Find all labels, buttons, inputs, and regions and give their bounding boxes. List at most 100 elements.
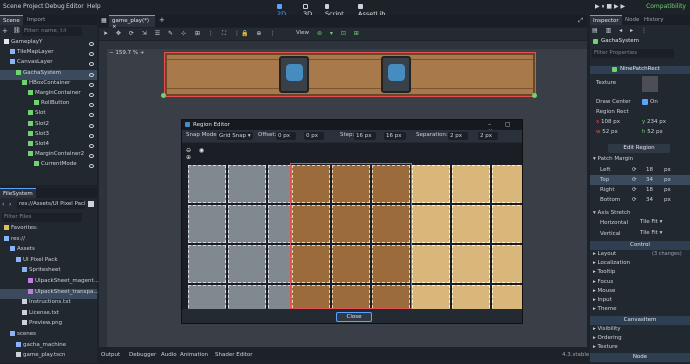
bottom-tab-output[interactable]: Output	[101, 352, 120, 358]
renderer-select[interactable]: Compatibility	[646, 3, 686, 10]
region-w-field[interactable]: w 52 px	[596, 129, 640, 137]
margin-value[interactable]: 18	[646, 167, 653, 173]
scene-tree-item[interactable]: CurrentMode	[0, 161, 97, 171]
property-filter-input[interactable]: Filter Properties	[592, 49, 674, 58]
texture-preview[interactable]	[642, 76, 658, 92]
bottom-tab-audio[interactable]: Audio	[161, 352, 177, 358]
add-node-button[interactable]: +	[2, 27, 12, 35]
atlas-tile[interactable]	[228, 245, 266, 283]
scene-tree-item[interactable]: GachaSystem	[0, 69, 97, 80]
file-tree-item[interactable]: Preview.png	[0, 320, 97, 330]
visibility-eye-icon[interactable]	[89, 103, 94, 108]
scene-tree-item[interactable]: HBoxContainer	[0, 79, 97, 90]
axis-stretch-group[interactable]: ▾ Axis Stretch	[593, 210, 631, 216]
visibility-eye-icon[interactable]	[89, 123, 94, 128]
vertical-select[interactable]: Tile Fit ▾	[640, 230, 686, 238]
atlas-tile[interactable]	[228, 165, 266, 203]
texture-atlas-view[interactable]: ⊖ ◉ ⊕	[182, 143, 522, 309]
step-y-field[interactable]: 16 px	[384, 132, 406, 140]
atlas-tile[interactable]	[412, 165, 450, 203]
visibility-eye-icon[interactable]	[89, 133, 94, 138]
lock-group-buttons[interactable]: 🔒 ⊕ ⋮	[241, 30, 278, 37]
scene-tree-item[interactable]: Slot2	[0, 120, 97, 131]
margin-row[interactable]: Right ⟳ 18 px	[590, 185, 690, 195]
region-h-field[interactable]: h 52 px	[642, 129, 686, 137]
bottom-tab-animation[interactable]: Animation	[180, 352, 208, 358]
atlas-tile[interactable]	[188, 285, 226, 309]
offset-x-field[interactable]: 0 px	[276, 132, 296, 140]
file-tree-item[interactable]: Instructions.txt	[0, 299, 97, 309]
scene-tree-item[interactable]: Slot3	[0, 130, 97, 141]
atlas-tile[interactable]	[492, 285, 522, 309]
margin-row[interactable]: Top ⟳ 34 px	[590, 175, 690, 185]
scene-tree-item[interactable]: RollButton	[0, 100, 97, 110]
region-x-field[interactable]: x 108 px	[596, 119, 640, 127]
atlas-tile[interactable]	[492, 165, 522, 203]
bottom-tab-debugger[interactable]: Debugger	[129, 352, 156, 358]
file-tree-item[interactable]: UIpackSheet_transpa...	[0, 288, 99, 299]
control-section[interactable]: Control	[590, 241, 690, 250]
atlas-tile[interactable]	[452, 285, 490, 309]
tabs-menu-icon[interactable]: ▦	[101, 17, 107, 24]
separation-x-field[interactable]: 2 px	[448, 132, 468, 140]
run-controls[interactable]: ▶ ⏸ ■ ▶ ▶	[595, 3, 625, 11]
visibility-eye-icon[interactable]	[89, 144, 94, 148]
add-tab-button[interactable]: +	[159, 16, 165, 24]
control-group[interactable]: ▸ Theme	[593, 306, 617, 316]
close-button[interactable]: Close	[336, 312, 372, 322]
file-tree-item[interactable]: gacha_machine	[0, 341, 97, 352]
atlas-tile[interactable]	[188, 205, 226, 243]
margin-value[interactable]: 34	[646, 177, 653, 183]
slot-preview-2[interactable]	[381, 56, 411, 93]
visibility-eye-icon[interactable]	[89, 113, 94, 118]
bottom-tab-shader-editor[interactable]: Shader Editor	[215, 352, 253, 358]
revert-icon[interactable]: ⟳	[632, 177, 637, 183]
scene-tree-item[interactable]: GameplayY	[0, 39, 97, 49]
atlas-tile[interactable]	[452, 205, 490, 243]
path-field[interactable]: res://Assets/UI Pixel Pack/S	[17, 200, 85, 209]
link-icon[interactable]: ⛓	[13, 27, 21, 35]
tab-filesystem[interactable]: FileSystem	[0, 188, 36, 198]
scene-filter-input[interactable]: Filter: name, t:t	[22, 27, 82, 36]
atlas-tile[interactable]	[228, 285, 266, 309]
atlas-tile[interactable]	[412, 205, 450, 243]
tab-inspector[interactable]: Inspector	[590, 15, 622, 25]
scene-tree-item[interactable]: TileMapLayer	[0, 49, 97, 59]
tab-node[interactable]: Node	[622, 15, 642, 25]
atlas-tile[interactable]	[492, 245, 522, 283]
atlas-tile[interactable]	[412, 285, 450, 309]
inspected-node[interactable]: GachaSystem	[592, 38, 688, 47]
scene-tree-item[interactable]: Slot4	[0, 141, 97, 151]
file-tree-item[interactable]: Favorites:	[0, 225, 97, 235]
atlas-tile[interactable]	[492, 205, 522, 243]
atlas-tile[interactable]	[228, 205, 266, 243]
scene-tree-item[interactable]: CanvasLayer	[0, 59, 97, 69]
atlas-tile[interactable]	[412, 245, 450, 283]
atlas-tile[interactable]	[188, 245, 226, 283]
separation-y-field[interactable]: 2 px	[478, 132, 498, 140]
region-y-field[interactable]: y 234 px	[642, 119, 686, 127]
tab-history[interactable]: History	[641, 15, 667, 25]
step-x-field[interactable]: 16 px	[354, 132, 376, 140]
file-tree-item[interactable]: scenes	[0, 331, 97, 341]
snap-buttons[interactable]: ⊞ ⋮ ⛶ ⋮	[195, 30, 243, 38]
zoom-out-icon[interactable]: −	[109, 50, 114, 56]
anchor-handle-right[interactable]	[532, 93, 537, 98]
tool-buttons[interactable]: ➤ ✥ ⟳ ⇲ ☰ ✎ ⊹ ⋮	[103, 30, 203, 37]
file-tree-item[interactable]: Spritesheet	[0, 267, 97, 277]
draw-center-checkbox[interactable]	[642, 99, 648, 105]
slot-preview-1[interactable]	[279, 56, 309, 93]
margin-row[interactable]: Bottom ⟳ 34 px	[590, 195, 690, 205]
margin-value[interactable]: 18	[646, 187, 653, 193]
revert-icon[interactable]: ⟳	[632, 197, 637, 203]
tab-game-play[interactable]: game_play(*) ×	[109, 15, 155, 30]
menu-scene[interactable]: Scene	[3, 3, 21, 10]
menu-debug[interactable]: Debug	[45, 3, 65, 10]
back-icon[interactable]: ‹	[2, 201, 8, 208]
zoom-control[interactable]: − 159.7 % +	[109, 50, 144, 56]
visibility-eye-icon[interactable]	[89, 164, 94, 169]
atlas-tile[interactable]	[188, 165, 226, 203]
menu-help[interactable]: Help	[87, 3, 101, 10]
edit-region-button[interactable]: Edit Region	[608, 144, 670, 153]
inspector-toolbar[interactable]: ▤ ▥ ◂ ▸ ⋮	[592, 27, 650, 34]
